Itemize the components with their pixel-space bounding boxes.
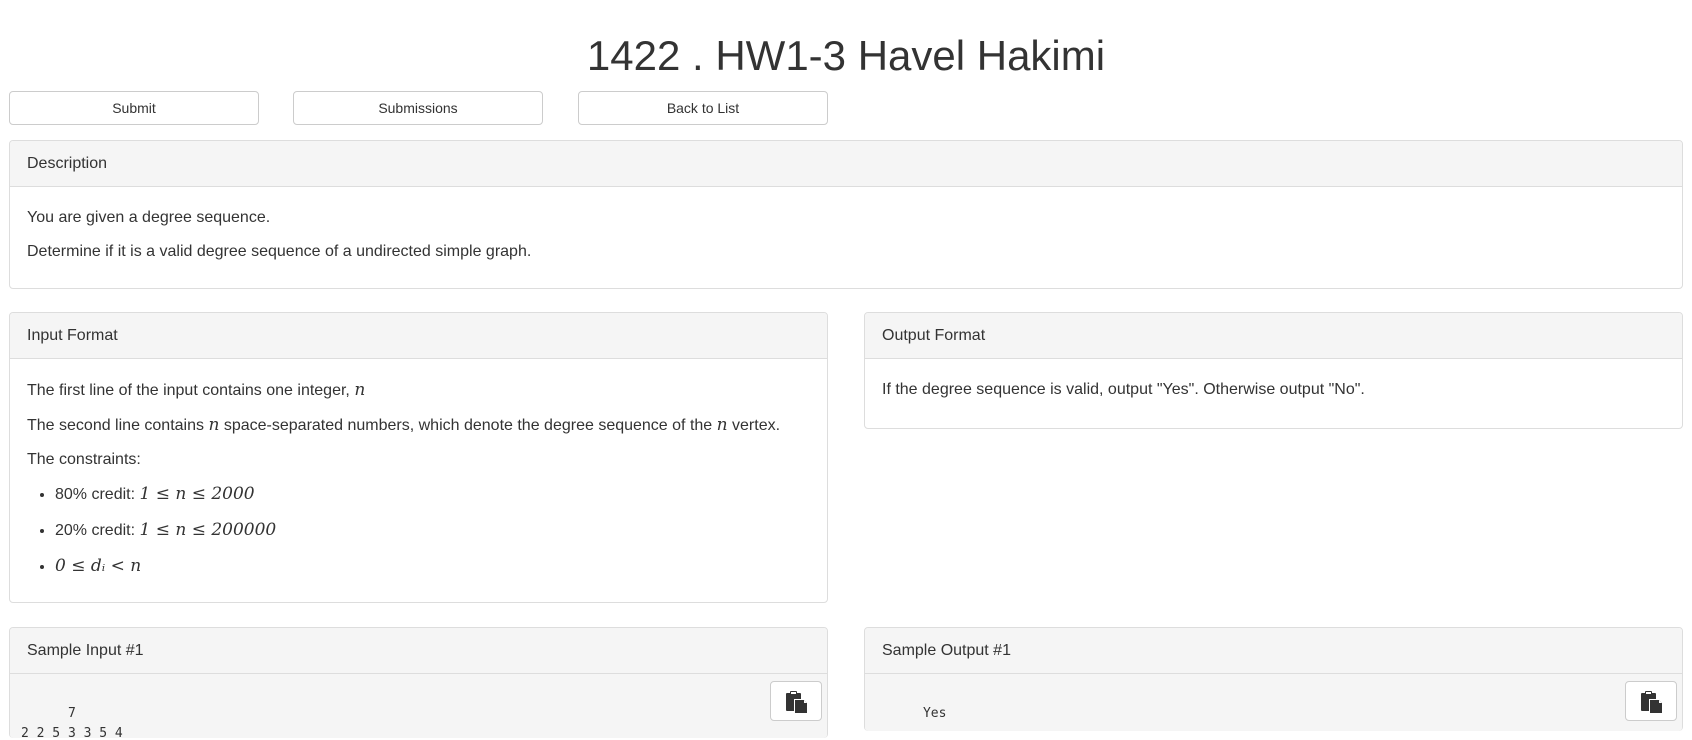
constraint-math: 1 ≤ n ≤ 2000 [139, 484, 255, 504]
sample-input-body: 7 2 2 5 3 3 5 4 [10, 674, 827, 740]
description-panel: Description You are given a degree seque… [9, 140, 1683, 289]
page-title: 1422 . HW1-3 Havel Hakimi [586, 32, 1106, 79]
input-line-1-text: The first line of the input contains one… [27, 382, 355, 399]
constraint-item: 20% credit: 1 ≤ n ≤ 200000 [55, 517, 810, 544]
input-format-body: The first line of the input contains one… [10, 359, 827, 599]
output-format-text: If the degree sequence is valid, output … [882, 381, 1365, 398]
output-format-panel: Output Format If the degree sequence is … [864, 312, 1683, 429]
output-format-heading: Output Format [865, 313, 1682, 359]
input-line-2-post: vertex. [727, 417, 781, 434]
sample-input-content: 7 2 2 5 3 3 5 4 [21, 706, 123, 740]
sample-output-body: Yes [865, 674, 1682, 731]
sample-output-heading: Sample Output #1 [865, 628, 1682, 674]
constraints-label: The constraints: [27, 451, 141, 468]
constraint-prefix: 20% credit: [55, 522, 140, 539]
input-line-2-pre: The second line contains [27, 417, 209, 434]
sample-output-content: Yes [922, 706, 947, 721]
constraint-math: 1 ≤ n ≤ 200000 [139, 520, 277, 540]
clipboard-icon [1641, 691, 1663, 714]
copy-sample-output-button[interactable] [1625, 681, 1677, 721]
clipboard-icon [786, 691, 808, 714]
constraint-prefix: 80% credit: [55, 486, 140, 503]
input-format-panel: Input Format The first line of the input… [9, 312, 828, 603]
submissions-button[interactable]: Submissions [293, 91, 543, 125]
sample-input-panel: Sample Input #1 7 2 2 5 3 3 5 4 [9, 627, 828, 740]
input-line-1: The first line of the input contains one… [27, 377, 810, 404]
description-body: You are given a degree sequence. Determi… [10, 187, 1682, 275]
back-to-list-button[interactable]: Back to List [578, 91, 828, 125]
math-var-n: n [716, 415, 728, 435]
input-line-2-mid: space-separated numbers, which denote th… [219, 417, 717, 434]
constraint-item: 80% credit: 1 ≤ n ≤ 2000 [55, 481, 810, 508]
submit-button[interactable]: Submit [9, 91, 259, 125]
input-line-2: The second line contains n space-separat… [27, 412, 810, 439]
copy-sample-input-button[interactable] [770, 681, 822, 721]
sample-input-heading: Sample Input #1 [10, 628, 827, 674]
description-line: Determine if it is a valid degree sequen… [27, 243, 532, 260]
math-var-n: n [208, 415, 220, 435]
sample-output-panel: Sample Output #1 Yes [864, 627, 1683, 731]
math-var-n: n [354, 380, 366, 400]
constraint-item: 0 ≤ dᵢ < n [55, 553, 810, 580]
input-format-heading: Input Format [10, 313, 827, 359]
description-line: You are given a degree sequence. [27, 209, 271, 226]
problem-page: 1422 . HW1-3 Havel Hakimi Submit Submiss… [0, 0, 1692, 740]
constraints-list: 80% credit: 1 ≤ n ≤ 2000 20% credit: 1 ≤… [27, 481, 810, 580]
constraint-math: 0 ≤ dᵢ < n [55, 556, 142, 576]
output-format-body: If the degree sequence is valid, output … [865, 359, 1682, 413]
description-heading: Description [10, 141, 1682, 187]
